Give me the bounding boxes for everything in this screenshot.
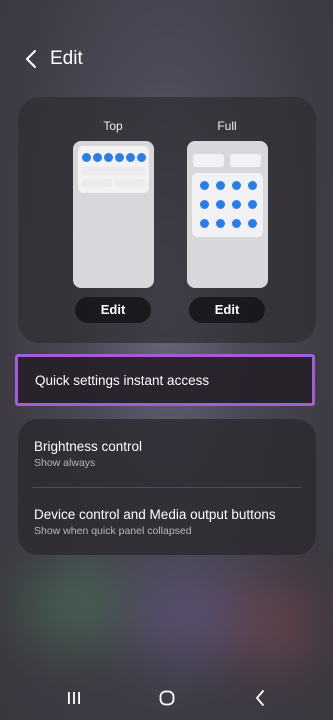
tile-dot-icon	[231, 181, 241, 190]
tile-dot-icon	[247, 200, 257, 209]
tile-dot-icon	[92, 153, 102, 162]
home-icon[interactable]	[152, 686, 182, 710]
layout-label-top: Top	[103, 119, 123, 133]
tile-dot-icon	[199, 219, 209, 228]
quick-settings-instant-access-item[interactable]: Quick settings instant access	[15, 354, 315, 406]
tile-dot-icon	[231, 200, 241, 209]
phone-preview-top[interactable]	[72, 141, 154, 288]
button-bar	[81, 179, 112, 187]
layout-option-full: Full Edit	[177, 119, 277, 323]
wallpaper-blur-green	[20, 560, 130, 650]
slider-bar	[81, 167, 145, 175]
chevron-left-icon[interactable]	[22, 46, 40, 72]
navigation-bar	[0, 680, 333, 716]
tile-dot-icon	[199, 181, 209, 190]
tile-dot-icon	[247, 219, 257, 228]
edit-top-button[interactable]: Edit	[75, 297, 151, 323]
tile-dot-icon	[136, 153, 146, 162]
tile-dot-icon	[199, 200, 209, 209]
wallpaper-blur-red	[235, 585, 315, 665]
instant-access-label: Quick settings instant access	[35, 372, 210, 388]
button-tile	[229, 154, 261, 167]
tile-dot-icon	[215, 219, 225, 228]
layout-label-full: Full	[217, 119, 237, 133]
button-tile	[192, 154, 224, 167]
tile-dot-icon	[215, 200, 225, 209]
quick-panel-preview	[77, 146, 149, 193]
button-bar	[114, 179, 145, 187]
layout-option-top: Top Edit	[63, 119, 163, 323]
page-title: Edit	[50, 48, 83, 69]
brightness-control-subtitle: Show always	[34, 457, 96, 469]
tile-dot-icon	[103, 153, 113, 162]
quick-panel-preview	[191, 173, 263, 237]
device-control-title: Device control and Media output buttons	[34, 507, 276, 522]
back-icon[interactable]	[245, 686, 275, 710]
settings-card: Brightness control Show always Device co…	[18, 419, 316, 555]
divider	[32, 487, 302, 488]
tile-dot-icon	[215, 181, 225, 190]
brightness-control-title: Brightness control	[34, 439, 143, 454]
recents-icon[interactable]	[59, 686, 89, 710]
tile-dot-icon	[231, 219, 241, 228]
tile-dot-icon	[114, 153, 124, 162]
page-header: Edit	[22, 46, 83, 72]
panel-layout-card: Top Edit Full Edit	[18, 97, 316, 343]
wallpaper-blur-purple	[130, 570, 250, 660]
tile-dot-icon	[81, 153, 91, 162]
tile-dot-icon	[247, 181, 257, 190]
tile-dot-icon	[125, 153, 135, 162]
device-control-subtitle: Show when quick panel collapsed	[34, 525, 192, 537]
phone-preview-full[interactable]	[186, 141, 268, 288]
device-control-item[interactable]: Device control and Media output buttons …	[34, 507, 304, 537]
brightness-control-item[interactable]: Brightness control Show always	[34, 439, 304, 469]
edit-full-button[interactable]: Edit	[189, 297, 265, 323]
